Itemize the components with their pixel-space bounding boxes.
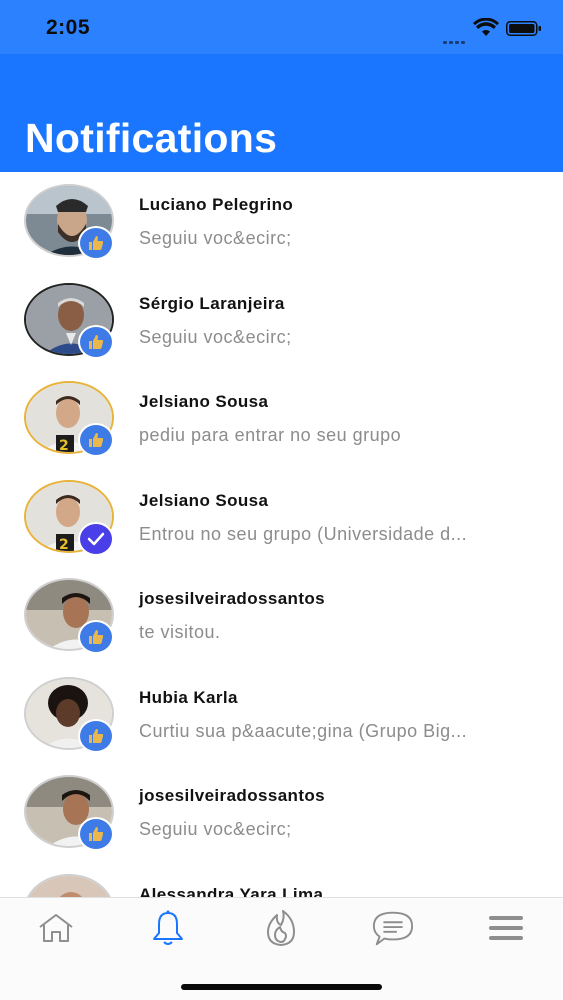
menu-icon: [489, 916, 523, 940]
home-indicator: [181, 984, 382, 990]
wifi-icon: [473, 18, 499, 36]
avatar[interactable]: [24, 282, 114, 359]
bell-icon: [153, 910, 183, 945]
notification-name: josesilveiradossantos: [139, 589, 326, 608]
thumbs-up-icon: [78, 620, 114, 654]
notification-item[interactable]: Sérgio Laranjeira Seguiu voc&ecirc;: [0, 271, 563, 370]
notification-name: Sérgio Laranjeira: [139, 293, 285, 313]
notification-text: Curtiu sua p&aacute;gina (Grupo Big...: [139, 720, 468, 741]
notification-name: Jelsiano Sousa: [139, 392, 269, 411]
notification-name: Hubia Karla: [139, 687, 238, 707]
notification-text: Seguiu voc&ecirc;: [139, 326, 292, 347]
flame-icon: [267, 910, 295, 946]
thumbs-up-icon: [78, 817, 114, 851]
notification-name: Luciano Pelegrino: [139, 195, 294, 214]
thumbs-up-icon: [78, 423, 114, 457]
notification-list[interactable]: Luciano Pelegrino Seguiu voc&ecirc; Sérg…: [0, 172, 563, 897]
chat-bubble-icon: [372, 911, 414, 946]
check-icon: [78, 521, 114, 556]
avatar[interactable]: [24, 578, 114, 654]
battery-icon: [506, 21, 541, 36]
notification-text: te visitou.: [139, 622, 221, 642]
tab-home[interactable]: [34, 908, 78, 948]
avatar[interactable]: 2: [24, 479, 114, 556]
status-bar: 2:05: [0, 0, 563, 54]
notification-item[interactable]: Luciano Pelegrino Seguiu voc&ecirc;: [0, 172, 563, 271]
notification-text: pediu para entrar no seu grupo: [139, 425, 402, 445]
notification-item[interactable]: 2 Jelsiano Sousa pediu para entrar no se…: [0, 369, 563, 468]
header: 2:05 Notifications: [0, 0, 563, 172]
home-icon: [39, 914, 73, 942]
notification-item[interactable]: 2 Jelsiano Sousa Entrou no seu grupo (Un…: [0, 468, 563, 567]
thumbs-up-icon: [78, 226, 114, 260]
tab-menu[interactable]: [484, 908, 528, 948]
avatar[interactable]: [24, 775, 114, 851]
notification-item[interactable]: josesilveiradossantos te visitou.: [0, 566, 563, 665]
notification-item[interactable]: Hubia Karla Curtiu sua p&aacute;gina (Gr…: [0, 665, 563, 764]
avatar[interactable]: [24, 676, 114, 753]
svg-text:2: 2: [59, 438, 69, 454]
thumbs-up-icon: [78, 324, 114, 359]
status-time: 2:05: [46, 16, 91, 39]
page-title: Notifications: [25, 115, 278, 161]
avatar[interactable]: 2: [24, 381, 114, 457]
tab-messages[interactable]: [371, 908, 415, 948]
notification-item[interactable]: josesilveiradossantos Seguiu voc&ecirc;: [0, 763, 563, 862]
notification-text: Seguiu voc&ecirc;: [139, 228, 292, 248]
avatar-image: [24, 873, 114, 897]
thumbs-up-icon: [78, 718, 114, 753]
notification-name: josesilveiradossantos: [139, 786, 326, 805]
tab-notifications[interactable]: [146, 908, 190, 948]
notification-name: Jelsiano Sousa: [139, 490, 269, 510]
notification-item[interactable]: Alessandra Yara Lima: [0, 862, 563, 898]
svg-text:2: 2: [59, 537, 69, 553]
avatar[interactable]: [24, 184, 114, 260]
notification-text: Seguiu voc&ecirc;: [139, 819, 292, 839]
avatar[interactable]: [24, 873, 114, 897]
notification-name: Alessandra Yara Lima: [139, 884, 324, 898]
signal-icon: [443, 31, 467, 44]
tab-trending[interactable]: [259, 908, 303, 948]
notification-text: Entrou no seu grupo (Universidade d...: [139, 523, 468, 544]
